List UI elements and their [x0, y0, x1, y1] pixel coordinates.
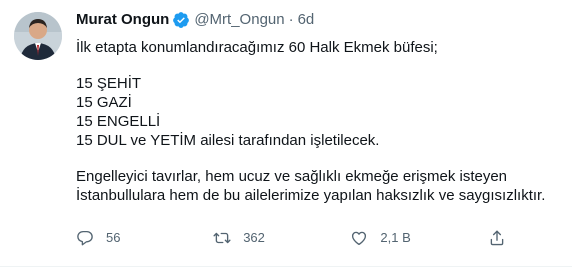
- retweet-button[interactable]: 362: [213, 229, 273, 247]
- tweet-timestamp[interactable]: 6d: [298, 10, 315, 30]
- retweet-icon: [213, 232, 231, 244]
- reply-count: 56: [106, 230, 121, 245]
- tweet-text-line: İlk etapta konumlandıracağımız 60 Halk E…: [76, 39, 438, 56]
- tweet-header: Murat Ongun @Mrt_Ongun · 6d: [76, 10, 556, 30]
- share-icon: [490, 230, 504, 246]
- tweet-text-line: 15 ENGELLİ: [76, 113, 161, 130]
- tweet-text-line: 15 ŞEHİT: [76, 75, 142, 92]
- author-handle[interactable]: @Mrt_Ongun: [194, 10, 284, 30]
- tweet-actions: 56 362 2,1 B: [76, 228, 506, 248]
- tweet-text-line: Engelleyici tavırlar, hem ucuz ve sağlık…: [76, 168, 508, 185]
- verified-badge-icon: [172, 11, 190, 29]
- tweet-text-line: 15 GAZİ: [76, 94, 132, 111]
- reply-button[interactable]: 56: [76, 229, 136, 247]
- retweet-count: 362: [243, 230, 265, 245]
- avatar[interactable]: [14, 12, 62, 60]
- tweet-text: İlk etapta konumlandıracağımız 60 Halk E…: [76, 38, 556, 205]
- separator-dot: ·: [288, 11, 294, 28]
- heart-icon: [352, 231, 367, 246]
- avatar-image: [14, 12, 62, 60]
- reply-icon: [77, 230, 93, 246]
- tweet-text-line: 15 DUL ve YETİM ailesi tarafından işleti…: [76, 132, 380, 149]
- author-name[interactable]: Murat Ongun: [76, 10, 169, 30]
- share-button[interactable]: [488, 229, 506, 247]
- like-count: 2,1 B: [380, 230, 411, 245]
- tweet-text-line: İstanbullulara hem de bu ailelerimize ya…: [76, 187, 546, 204]
- like-button[interactable]: 2,1 B: [350, 229, 411, 247]
- tweet[interactable]: Murat Ongun @Mrt_Ongun · 6d İlk etapta k…: [0, 0, 572, 267]
- tweet-content: Murat Ongun @Mrt_Ongun · 6d İlk etapta k…: [76, 10, 556, 205]
